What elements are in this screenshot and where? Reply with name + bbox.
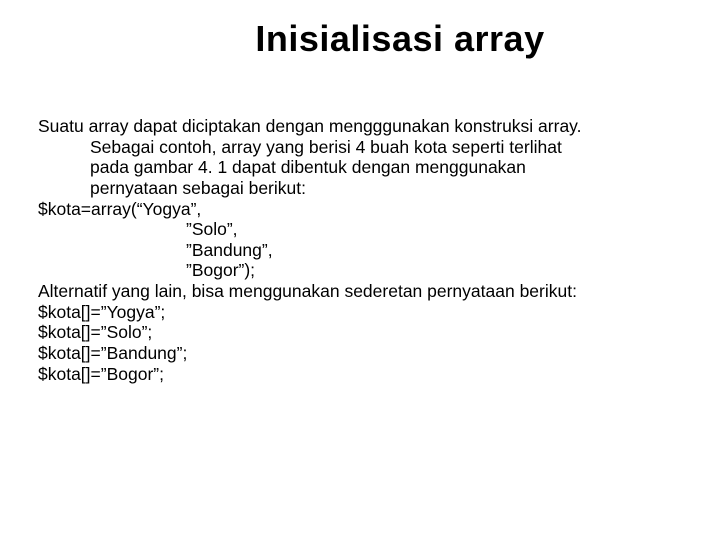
code1-line-2: ”Solo”,: [38, 219, 682, 240]
code-block-2: $kota[]=”Yogya”; $kota[]=”Solo”; $kota[]…: [38, 302, 682, 385]
slide-body: Suatu array dapat diciptakan dengan meng…: [38, 116, 682, 384]
code2-line-1: $kota[]=”Yogya”;: [38, 302, 682, 323]
code1-line-1: $kota=array(“Yogya”,: [38, 199, 201, 219]
code-block-1: $kota=array(“Yogya”, ”Solo”, ”Bandung”, …: [38, 199, 682, 282]
intro-line-1: Suatu array dapat diciptakan dengan meng…: [38, 116, 582, 136]
alternative-text: Alternatif yang lain, bisa menggunakan s…: [38, 281, 682, 302]
intro-line-2: Sebagai contoh, array yang berisi 4 buah…: [38, 137, 682, 158]
code1-line-4: ”Bogor”);: [38, 260, 682, 281]
intro-line-3: pada gambar 4. 1 dapat dibentuk dengan m…: [38, 157, 682, 178]
slide-title: Inisialisasi array: [118, 18, 682, 60]
slide: Inisialisasi array Suatu array dapat dic…: [0, 0, 720, 540]
intro-line-4: pernyataan sebagai berikut:: [38, 178, 682, 199]
code2-line-3: $kota[]=”Bandung”;: [38, 343, 682, 364]
code2-line-2: $kota[]=”Solo”;: [38, 322, 682, 343]
code1-line-3: ”Bandung”,: [38, 240, 682, 261]
intro-paragraph: Suatu array dapat diciptakan dengan meng…: [38, 116, 682, 199]
code2-line-4: $kota[]=”Bogor”;: [38, 364, 682, 385]
